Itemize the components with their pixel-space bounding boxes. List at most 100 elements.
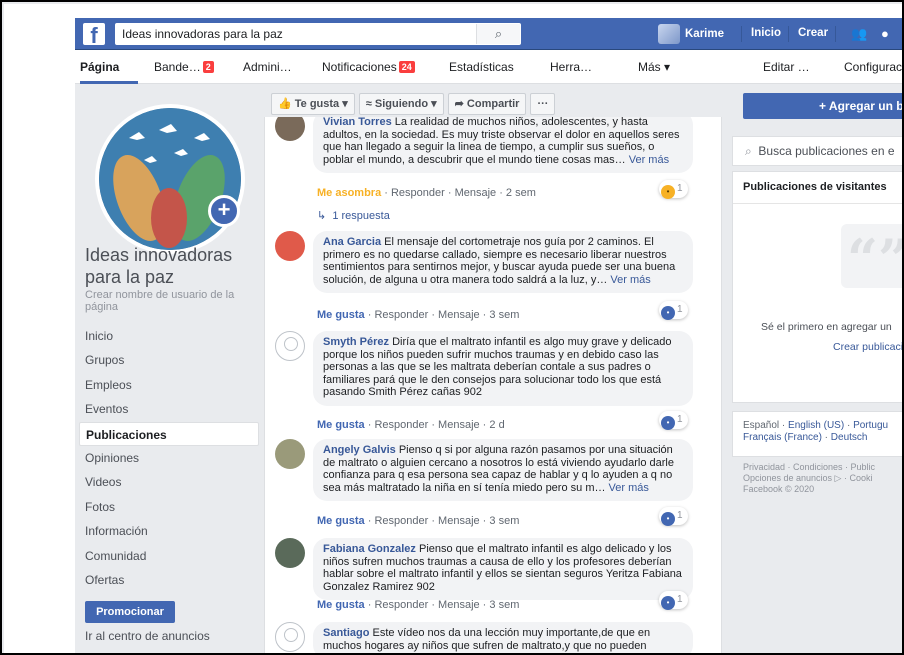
search-posts-placeholder: Busca publicaciones en e xyxy=(758,144,895,158)
comment-author[interactable]: Santiago xyxy=(323,627,369,639)
search-box[interactable]: ⌕ xyxy=(115,23,521,45)
rss-icon: ≈ xyxy=(365,98,372,110)
profile-picture[interactable] xyxy=(95,104,245,254)
reaction-count[interactable]: • 1 xyxy=(659,180,688,199)
avatar[interactable] xyxy=(275,117,305,141)
comment-author[interactable]: Angely Galvis xyxy=(323,444,396,456)
create-post-link[interactable]: Crear publicació xyxy=(833,341,902,353)
notifications-badge: 24 xyxy=(398,61,415,73)
screenshot-frame: f ⌕ Karime Inicio Crear 👥 ● Página Bande… xyxy=(0,0,904,655)
see-more-link[interactable]: Ver más xyxy=(610,274,650,286)
avatar[interactable] xyxy=(275,231,305,261)
user-name: Karime xyxy=(685,28,724,40)
promote-button[interactable]: Promocionar xyxy=(85,601,175,623)
messenger-icon[interactable]: ● xyxy=(881,26,889,41)
facebook-logo-icon[interactable]: f xyxy=(83,23,105,45)
reaction-count[interactable]: • 1 xyxy=(659,591,688,610)
tab-statistics[interactable]: Estadísticas xyxy=(449,60,514,74)
friends-icon[interactable]: 👥 xyxy=(851,26,867,42)
search-input[interactable] xyxy=(116,24,476,44)
comment-actions: Me gusta · Responder · Mensaje · 2 d xyxy=(317,419,505,431)
wow-icon: • xyxy=(661,185,675,199)
divider xyxy=(741,26,742,42)
like-link[interactable]: Me gusta xyxy=(317,599,365,611)
reaction-count-value: 1 xyxy=(677,594,683,605)
like-link[interactable]: Me gusta xyxy=(317,515,365,527)
avatar[interactable] xyxy=(275,622,305,652)
divider xyxy=(788,26,789,42)
comment-meta: · Responder · Mensaje · 3 sem xyxy=(364,309,520,321)
top-bar: f ⌕ Karime Inicio Crear 👥 ● xyxy=(75,18,902,50)
quote-icon: “” xyxy=(841,224,902,288)
comment-meta: · Responder · Mensaje · 3 sem xyxy=(364,515,520,527)
like-link[interactable]: Me gusta xyxy=(317,419,365,431)
left-nav-item-offers[interactable]: Ofertas xyxy=(79,568,259,592)
reaction-link[interactable]: Me asombra xyxy=(317,187,381,199)
see-more-link[interactable]: Ver más xyxy=(609,482,649,494)
comment-author[interactable]: Fabiana Gonzalez xyxy=(323,543,416,555)
ads-center-link[interactable]: Ir al centro de anuncios xyxy=(85,629,210,643)
reaction-count-value: 1 xyxy=(677,304,683,315)
comment-actions: Me gusta · Responder · Mensaje · 3 sem xyxy=(317,515,519,527)
tab-more[interactable]: Más ▾ xyxy=(638,60,670,74)
comment-bubble: Santiago Este vídeo nos da una lección m… xyxy=(313,622,693,653)
tab-admin[interactable]: Admini… xyxy=(243,60,292,74)
tab-tools[interactable]: Herra… xyxy=(550,60,592,74)
language-link[interactable]: Portugu xyxy=(853,420,888,431)
left-nav-item-videos[interactable]: Videos xyxy=(79,470,259,494)
visitor-posts-empty-text: Sé el primero en agregar un xyxy=(761,321,892,333)
tab-inbox[interactable]: Bande… 2 xyxy=(154,60,214,74)
tab-edit[interactable]: Editar … xyxy=(763,60,810,74)
like-page-button[interactable]: 👍 Te gusta ▾ xyxy=(271,93,355,115)
avatar[interactable] xyxy=(275,538,305,568)
right-column: + Agregar un b ⌕ Busca publicaciones en … xyxy=(732,84,902,653)
add-button[interactable]: + Agregar un b xyxy=(743,93,902,119)
create-link[interactable]: Crear xyxy=(798,27,828,39)
left-nav-item-jobs[interactable]: Empleos xyxy=(79,373,259,397)
see-more-link[interactable]: Ver más xyxy=(629,154,669,166)
comment-author[interactable]: Ana Garcia xyxy=(323,236,381,248)
reaction-count[interactable]: • 1 xyxy=(659,411,688,430)
comment-bubble: Angely Galvis Pienso q si por alguna raz… xyxy=(313,439,693,501)
language-link[interactable]: Français (France) xyxy=(743,432,822,443)
comment-author[interactable]: Vivian Torres xyxy=(323,117,392,128)
visitor-posts-title: Publicaciones de visitantes xyxy=(733,172,902,204)
reaction-count[interactable]: • 1 xyxy=(659,507,688,526)
language-link[interactable]: English (US) xyxy=(788,420,844,431)
left-nav-item-groups[interactable]: Grupos xyxy=(79,348,259,372)
footer: Privacidad · Condiciones · Public Opcion… xyxy=(743,462,902,495)
share-button[interactable]: ➦ Compartir xyxy=(447,93,527,115)
left-nav-item-posts[interactable]: Publicaciones xyxy=(79,421,259,446)
top-margin xyxy=(4,4,902,18)
search-posts-field[interactable]: ⌕ Busca publicaciones en e xyxy=(732,136,902,166)
search-icon[interactable]: ⌕ xyxy=(476,24,520,44)
left-nav-item-photos[interactable]: Fotos xyxy=(79,495,259,519)
reaction-count[interactable]: • 1 xyxy=(659,301,688,320)
like-link[interactable]: Me gusta xyxy=(317,309,365,321)
footer-links[interactable]: Opciones de anuncios ▷ · Cooki xyxy=(743,473,902,484)
left-nav-item-home[interactable]: Inicio xyxy=(79,324,259,348)
create-username-link[interactable]: Crear nombre de usuario de la página xyxy=(85,289,255,313)
plus-icon[interactable]: + xyxy=(208,195,240,227)
avatar[interactable] xyxy=(275,331,305,361)
tab-notifications[interactable]: Notificaciones 24 xyxy=(322,60,415,74)
hands-doves-illustration xyxy=(99,108,241,250)
language-link[interactable]: Deutsch xyxy=(831,432,868,443)
tab-settings[interactable]: Configurac xyxy=(844,60,902,74)
comment-author[interactable]: Smyth Pérez xyxy=(323,336,389,348)
more-options-button[interactable]: ··· xyxy=(530,93,556,115)
left-nav-item-about[interactable]: Información xyxy=(79,519,259,543)
replies-link[interactable]: ↳ 1 respuesta xyxy=(317,209,390,222)
avatar[interactable] xyxy=(275,439,305,469)
user-profile-link[interactable]: Karime xyxy=(658,24,724,44)
left-nav-item-community[interactable]: Comunidad xyxy=(79,544,259,568)
left-nav-item-events[interactable]: Eventos xyxy=(79,397,259,421)
tab-page[interactable]: Página xyxy=(80,60,119,74)
following-button[interactable]: ≈ Siguiendo ▾ xyxy=(358,93,444,115)
share-icon: ➦ xyxy=(454,98,464,110)
footer-links[interactable]: Privacidad · Condiciones · Public xyxy=(743,462,902,473)
left-nav-item-reviews[interactable]: Opiniones xyxy=(79,446,259,470)
like-icon: • xyxy=(661,512,675,526)
page-title[interactable]: Ideas innovadoras para la paz xyxy=(85,244,255,288)
home-link[interactable]: Inicio xyxy=(751,27,781,39)
